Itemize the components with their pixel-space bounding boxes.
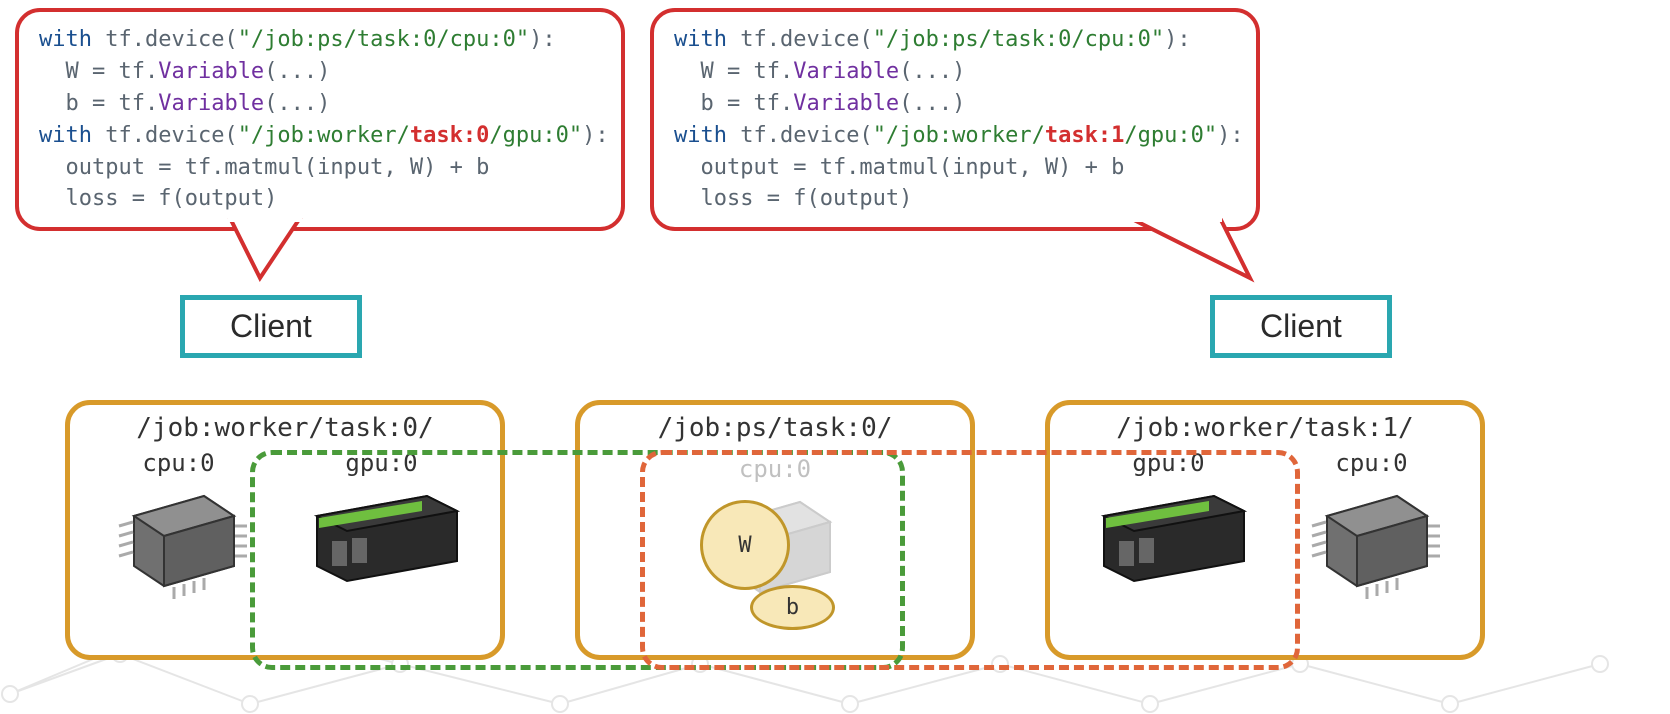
worker1-box: /job:worker/task:1/ gpu:0 cpu:0 — [1045, 400, 1485, 660]
code-token: "/job:ps/task:0/cpu:0" — [873, 27, 1164, 52]
client-label: Client — [1260, 308, 1342, 344]
worker0-cpu-label: cpu:0 — [109, 449, 249, 477]
worker0-title: /job:worker/task:0/ — [82, 413, 488, 443]
bubble-tail-right-icon — [1100, 218, 1260, 288]
code-token: with — [674, 27, 727, 52]
code-token: Variable — [158, 59, 264, 84]
code-token: "/job:worker/ — [873, 123, 1045, 148]
code-token: with — [674, 123, 727, 148]
code-token: output = tf.matmul(input, W) + b — [674, 155, 1124, 180]
code-bubble-right: with tf.device("/job:ps/task:0/cpu:0"): … — [650, 8, 1260, 231]
client-label: Client — [230, 308, 312, 344]
worker1-gpu-label: gpu:0 — [1089, 449, 1249, 477]
code-token: /gpu:0" — [489, 123, 582, 148]
code-highlight-task0: task:0 — [410, 123, 489, 148]
code-token: Variable — [158, 91, 264, 116]
code-token: ): — [1217, 123, 1244, 148]
worker1-title: /job:worker/task:1/ — [1062, 413, 1468, 443]
code-token: b = tf. — [674, 91, 793, 116]
code-token: b = tf. — [39, 91, 158, 116]
client-box-right: Client — [1210, 295, 1392, 358]
code-token: tf.device( — [92, 123, 238, 148]
code-token: Variable — [793, 91, 899, 116]
code-token: (...) — [264, 59, 330, 84]
variable-b: b — [750, 585, 835, 630]
code-token: (...) — [264, 91, 330, 116]
code-token: loss = f(output) — [674, 186, 912, 211]
client-box-left: Client — [180, 295, 362, 358]
code-bubble-left: with tf.device("/job:ps/task:0/cpu:0"): … — [15, 8, 625, 231]
code-token: ): — [1164, 27, 1191, 52]
code-token: with — [39, 123, 92, 148]
code-token: loss = f(output) — [39, 186, 277, 211]
gpu-card-icon — [302, 481, 462, 591]
code-token: tf.device( — [727, 123, 873, 148]
variable-w-label: W — [738, 533, 751, 558]
worker0-box: /job:worker/task:0/ cpu:0 — [65, 400, 505, 660]
code-token: "/job:worker/ — [238, 123, 410, 148]
code-token: tf.device( — [92, 27, 238, 52]
ps-title: /job:ps/task:0/ — [592, 413, 958, 443]
variable-w: W — [700, 500, 790, 590]
code-token: output = tf.matmul(input, W) + b — [39, 155, 489, 180]
code-token: W = tf. — [39, 59, 158, 84]
gpu-card-icon — [1089, 481, 1249, 591]
bubble-tail-left-icon — [200, 218, 320, 288]
variable-b-label: b — [786, 595, 799, 620]
ps-cpu-label: cpu:0 — [705, 455, 845, 483]
code-token: W = tf. — [674, 59, 793, 84]
code-highlight-task1: task:1 — [1045, 123, 1124, 148]
code-token: (...) — [899, 91, 965, 116]
cpu-chip-icon — [109, 481, 249, 601]
worker1-cpu-label: cpu:0 — [1302, 449, 1442, 477]
code-token: with — [39, 27, 92, 52]
code-token: ): — [529, 27, 556, 52]
code-token: tf.device( — [727, 27, 873, 52]
code-token: /gpu:0" — [1124, 123, 1217, 148]
code-token: (...) — [899, 59, 965, 84]
worker0-gpu-label: gpu:0 — [302, 449, 462, 477]
code-token: ): — [582, 123, 609, 148]
code-token: "/job:ps/task:0/cpu:0" — [238, 27, 529, 52]
cpu-chip-icon — [1302, 481, 1442, 601]
code-token: Variable — [793, 59, 899, 84]
